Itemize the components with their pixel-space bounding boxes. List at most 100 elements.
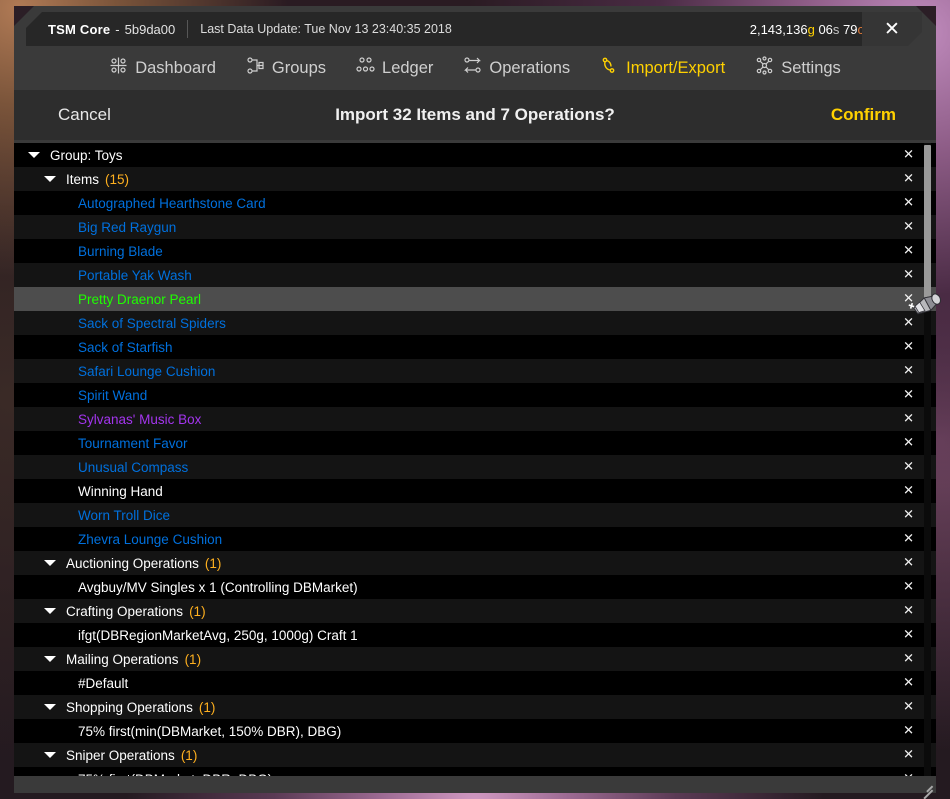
list-scrollbar-thumb[interactable]: [924, 145, 931, 300]
list-row[interactable]: Mailing Operations (1) ✕: [14, 647, 936, 671]
list-row[interactable]: Safari Lounge Cushion ✕: [14, 359, 936, 383]
title-divider: [187, 20, 189, 38]
remove-row-button[interactable]: ✕: [903, 413, 914, 426]
remove-row-button[interactable]: ✕: [903, 197, 914, 210]
list-row[interactable]: Worn Troll Dice ✕: [14, 503, 936, 527]
resize-grip[interactable]: [921, 779, 933, 799]
list-row-text: Zhevra Lounge Cushion: [78, 531, 223, 547]
remove-row-button[interactable]: ✕: [903, 317, 914, 330]
remove-row-button[interactable]: ✕: [903, 581, 914, 594]
list-row-label: Unusual Compass: [14, 460, 188, 475]
remove-row-button[interactable]: ✕: [903, 221, 914, 234]
remove-row-button[interactable]: ✕: [903, 269, 914, 282]
list-row-text: Spirit Wand: [78, 387, 148, 403]
list-row-label: Sack of Spectral Spiders: [14, 316, 226, 331]
dialog-title: Import 32 Items and 7 Operations?: [335, 105, 615, 124]
chevron-down-icon[interactable]: [44, 704, 56, 710]
list-row[interactable]: Pretty Draenor Pearl ✕: [14, 287, 936, 311]
list-row-label: Big Red Raygun: [14, 220, 176, 235]
nav-item-operations[interactable]: Operations: [461, 54, 572, 82]
gold-amount: 2,143,136: [749, 21, 808, 37]
last-data-update: Last Data Update: Tue Nov 13 23:40:35 20…: [200, 22, 452, 36]
list-row-count: (1): [180, 747, 198, 763]
nav-item-import-export[interactable]: Import/Export: [598, 54, 727, 82]
list-row[interactable]: Autographed Hearthstone Card ✕: [14, 191, 936, 215]
gold-unit: g: [807, 21, 815, 37]
list-row[interactable]: Tournament Favor ✕: [14, 431, 936, 455]
remove-row-button[interactable]: ✕: [903, 389, 914, 402]
list-row[interactable]: 75% first(min(DBMarket, 150% DBR), DBG) ✕: [14, 719, 936, 743]
nav-item-groups[interactable]: Groups: [244, 54, 328, 82]
chevron-down-icon[interactable]: [44, 656, 56, 662]
list-row-text: 75% first(min(DBMarket, 150% DBR), DBG): [78, 723, 342, 739]
remove-row-button[interactable]: ✕: [903, 173, 914, 186]
list-row[interactable]: Sniper Operations (1) ✕: [14, 743, 936, 767]
nav-label: Ledger: [382, 58, 434, 77]
list-row-label: Avgbuy/MV Singles x 1 (Controlling DBMar…: [14, 580, 358, 595]
remove-row-button[interactable]: ✕: [903, 605, 914, 618]
list-row[interactable]: Big Red Raygun ✕: [14, 215, 936, 239]
list-row-label: #Default: [14, 676, 128, 691]
remove-row-button[interactable]: ✕: [903, 725, 914, 738]
cancel-button[interactable]: Cancel: [58, 105, 111, 125]
remove-row-button[interactable]: ✕: [903, 533, 914, 546]
remove-row-button[interactable]: ✕: [903, 437, 914, 450]
remove-row-button[interactable]: ✕: [903, 341, 914, 354]
remove-row-button[interactable]: ✕: [903, 245, 914, 258]
main-nav: Dashboard Groups Ledger Operations Impor…: [14, 46, 936, 90]
remove-row-button[interactable]: ✕: [903, 773, 914, 777]
list-row[interactable]: Crafting Operations (1) ✕: [14, 599, 936, 623]
list-row[interactable]: Spirit Wand ✕: [14, 383, 936, 407]
list-row-text: Items: [66, 171, 100, 187]
list-row[interactable]: Portable Yak Wash ✕: [14, 263, 936, 287]
settings-icon: [755, 56, 774, 80]
list-row[interactable]: 75% first(DBMarket, DBR, DBG) ✕: [14, 767, 936, 776]
import-list-body: Group: Toys ✕ Items (15) ✕ Autographed Hearth…: [14, 143, 936, 776]
nav-label: Dashboard: [135, 58, 216, 77]
list-row[interactable]: Group: Toys ✕: [14, 143, 936, 167]
list-row[interactable]: #Default ✕: [14, 671, 936, 695]
list-row[interactable]: Unusual Compass ✕: [14, 455, 936, 479]
list-row-text: Tournament Favor: [78, 435, 188, 451]
chevron-down-icon[interactable]: [44, 608, 56, 614]
remove-row-button[interactable]: ✕: [903, 557, 914, 570]
remove-row-button[interactable]: ✕: [903, 461, 914, 474]
remove-row-button[interactable]: ✕: [903, 293, 914, 306]
remove-row-button[interactable]: ✕: [903, 485, 914, 498]
list-row[interactable]: Winning Hand ✕: [14, 479, 936, 503]
nav-item-settings[interactable]: Settings: [753, 54, 843, 82]
list-row[interactable]: Avgbuy/MV Singles x 1 (Controlling DBMar…: [14, 575, 936, 599]
list-row[interactable]: ifgt(DBRegionMarketAvg, 250g, 1000g) Cra…: [14, 623, 936, 647]
remove-row-button[interactable]: ✕: [903, 749, 914, 762]
remove-row-button[interactable]: ✕: [903, 653, 914, 666]
title-dash: -: [115, 21, 120, 37]
list-row-text: Avgbuy/MV Singles x 1 (Controlling DBMar…: [78, 579, 358, 595]
list-scrollbar-track[interactable]: [924, 143, 931, 776]
confirm-button[interactable]: Confirm: [831, 105, 896, 125]
remove-row-button[interactable]: ✕: [903, 365, 914, 378]
nav-item-ledger[interactable]: Ledger: [354, 54, 435, 82]
remove-row-button[interactable]: ✕: [903, 629, 914, 642]
remove-row-button[interactable]: ✕: [903, 149, 914, 162]
list-row-label: Items (15): [14, 172, 129, 187]
remove-row-button[interactable]: ✕: [903, 677, 914, 690]
remove-row-button[interactable]: ✕: [903, 509, 914, 522]
nav-item-dashboard[interactable]: Dashboard: [107, 54, 218, 82]
close-button[interactable]: ✕: [862, 12, 922, 46]
list-row[interactable]: Sack of Spectral Spiders ✕: [14, 311, 936, 335]
chevron-down-icon[interactable]: [44, 752, 56, 758]
chevron-down-icon[interactable]: [44, 176, 56, 182]
list-row[interactable]: Auctioning Operations (1) ✕: [14, 551, 936, 575]
list-row[interactable]: Burning Blade ✕: [14, 239, 936, 263]
list-row[interactable]: Zhevra Lounge Cushion ✕: [14, 527, 936, 551]
list-row[interactable]: Shopping Operations (1) ✕: [14, 695, 936, 719]
dialog-action-bar: Cancel Import 32 Items and 7 Operations?…: [14, 90, 936, 140]
chevron-down-icon[interactable]: [28, 152, 40, 158]
tsm-window: TSM Core - 5b9da00 Last Data Update: Tue…: [14, 6, 936, 799]
list-row[interactable]: Items (15) ✕: [14, 167, 936, 191]
list-row[interactable]: Sack of Starfish ✕: [14, 335, 936, 359]
list-row-text: #Default: [78, 675, 129, 691]
list-row[interactable]: Sylvanas' Music Box ✕: [14, 407, 936, 431]
remove-row-button[interactable]: ✕: [903, 701, 914, 714]
chevron-down-icon[interactable]: [44, 560, 56, 566]
